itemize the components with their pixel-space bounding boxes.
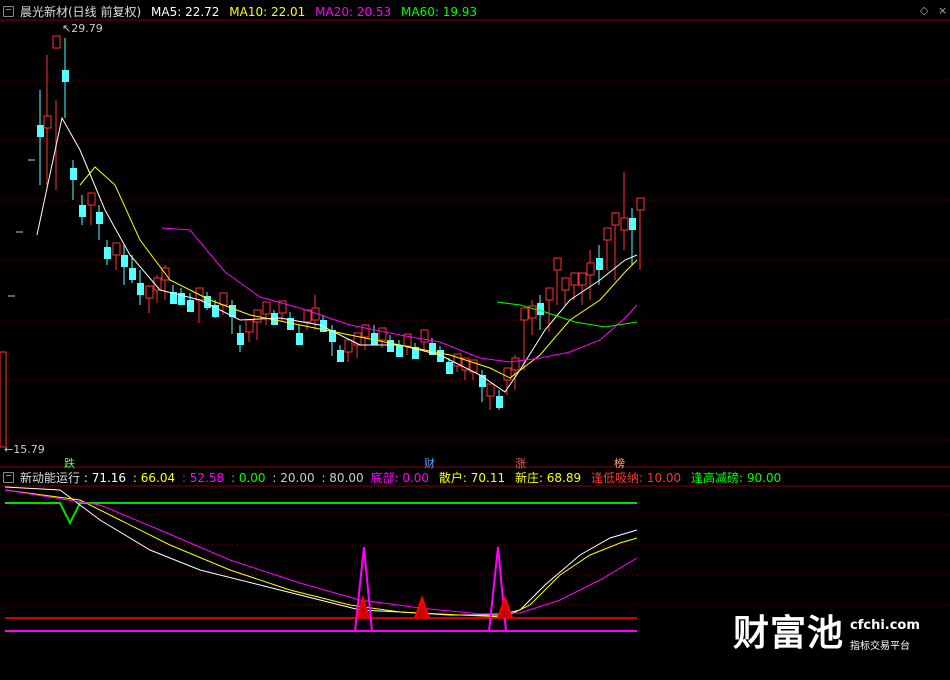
candle-body-up [561,277,570,291]
watermark-tagline: 指标交易平台 [850,641,910,652]
candle-body-up [570,272,579,286]
indicator-yellow-line [4,489,638,618]
watermark-brand: 财富池 [733,612,845,654]
candle-body-up [378,327,387,341]
candle-body-down [237,333,244,345]
price-chart[interactable] [0,0,950,680]
event-marker-finance[interactable]: 财 [424,455,435,471]
candle-body-up [611,212,620,226]
candle-body-down [62,70,69,82]
candle-body-down [187,300,194,312]
left-edge-candle [0,351,7,448]
indicator-magenta-line [4,489,638,615]
candle-body-up [486,383,495,397]
candle-body-down [396,345,403,357]
candle-body-down [137,283,144,295]
event-marker-fall[interactable]: 跌 [64,455,75,471]
candle-body-up [620,217,629,231]
candle-body-up [87,192,96,206]
candle-body-down [296,333,303,345]
candle-body-down [70,168,77,180]
candle-body-up [603,227,612,241]
candle-body-down [496,396,503,408]
candle-body-up [636,197,645,211]
candle-body-up [344,339,353,353]
watermark-domain: cfchi.com [850,618,920,633]
candle-body-down [596,258,603,270]
event-marker-rise[interactable]: 涨 [515,455,526,471]
indicator-red-hump [497,594,513,619]
candle-body-down [537,303,544,315]
candle-body-up [52,35,61,49]
candle-body-up [553,257,562,271]
candle-body-up [520,307,529,321]
candle-body-down [121,255,128,267]
candle-body-up [578,272,587,286]
candle-body-up [586,262,595,276]
candle-body-down [129,268,136,280]
candle-body-up [219,292,228,306]
candle-body-up [112,242,121,256]
candle-body-up [43,115,52,129]
high-price-marker: ↖29.79 [62,22,103,35]
event-marker-ranking[interactable]: 榜 [614,455,625,471]
indicator-white-line [4,486,638,616]
candle-body-up [545,287,554,301]
high-price-value: 29.79 [71,22,103,35]
candle-body-up [145,285,154,299]
candle-body-down [387,340,394,352]
watermark-logo: 财富池 [733,604,844,656]
low-price-value: 15.79 [13,443,45,456]
candle-body-up [245,319,254,333]
candle-body-down [96,212,103,224]
candle-body-down [337,350,344,362]
candle-body-down [79,205,86,217]
candle-body-up [511,357,520,371]
candle-body-up [262,301,271,315]
candle-body-down [629,218,636,230]
low-price-marker: ←15.79 [4,443,45,456]
candle-body-up [361,324,370,338]
candle-body-down [37,125,44,137]
candle-body-down [446,362,453,374]
candle-body-down [104,247,111,259]
